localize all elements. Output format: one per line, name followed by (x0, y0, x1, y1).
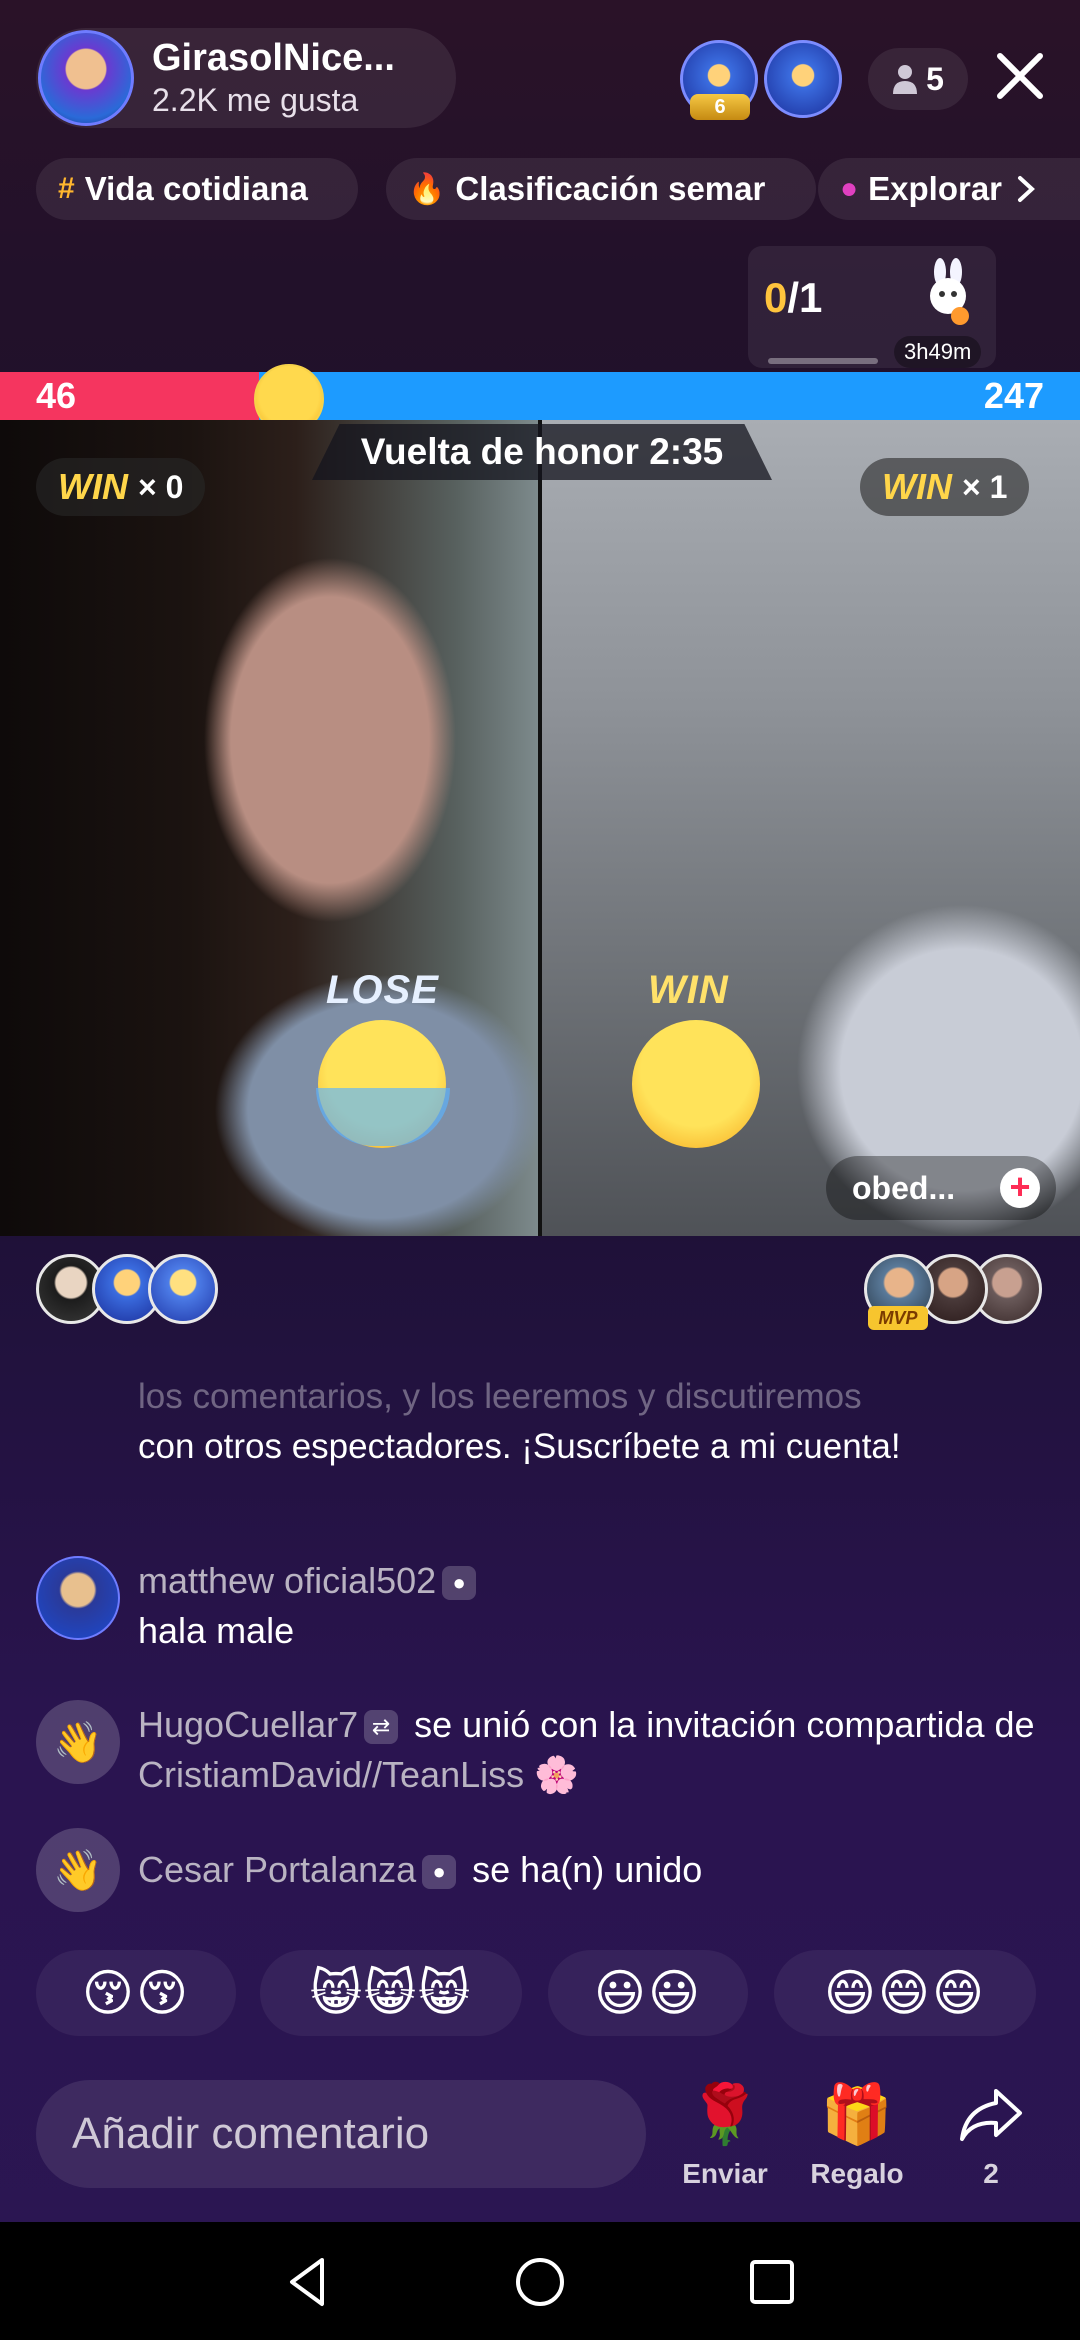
flower-emoji: 🌸 (534, 1754, 579, 1795)
host-video[interactable] (0, 420, 538, 1236)
chat-text: hala male (138, 1610, 295, 1651)
wave-hand-icon: 👋 (36, 1700, 120, 1784)
chevron-right-icon (1018, 176, 1035, 202)
goal-widget[interactable]: 0/1 3h49m (748, 246, 996, 368)
opponent-name: obed... (852, 1169, 956, 1206)
follow-opponent-button[interactable]: + (1000, 1168, 1040, 1208)
score-left: 46 (36, 375, 77, 416)
wave-hand-icon: 👋 (36, 1828, 120, 1912)
goal-progress: 0/1 (764, 274, 822, 322)
chat-avatar[interactable] (36, 1556, 120, 1640)
host-likes: 2.2K me gusta (152, 82, 359, 118)
video-divider (538, 420, 542, 1236)
host-info[interactable]: GirasolNice... 2.2K me gusta (36, 28, 456, 128)
gift-label: Regalo (810, 2158, 904, 2189)
bunny-gift-icon (930, 258, 969, 325)
chip-weekly-ranking[interactable]: 🔥 Clasificación semar (386, 158, 816, 220)
quick-emoji-cat[interactable]: 😸😸😸 (260, 1950, 522, 2036)
chat-message[interactable]: 👋 HugoCuellar7 ⇄ se unió con la invitació… (36, 1700, 1046, 1800)
comment-input[interactable]: Añadir comentario (36, 2080, 646, 2188)
chip-label: Clasificación semar (455, 170, 766, 207)
chat-text-faded: los comentarios, y los leeremos y discut… (138, 1377, 862, 1416)
score-right: 247 (983, 375, 1044, 416)
chat-message-partial: los comentarios, y los leeremos y discut… (138, 1372, 1038, 1472)
left-win-streak: WIN × 0 (36, 458, 206, 516)
chat-message[interactable]: matthew oficial502 ● hala male (36, 1556, 1046, 1656)
chat-message[interactable]: 👋 Cesar Portalanza ● se ha(n) unido (36, 1828, 1046, 1912)
chip-explore[interactable]: ● Explorar (818, 158, 1080, 220)
gift-button[interactable]: 🎁 Regalo (802, 2078, 912, 2190)
flame-icon: 🔥 (408, 172, 446, 206)
goal-total: /1 (787, 274, 823, 321)
inviter-username[interactable]: CristiamDavid//TeanLiss (138, 1754, 524, 1795)
hashtag-icon: # (58, 172, 75, 205)
send-label: Enviar (682, 2158, 768, 2189)
score-bar-blue (259, 372, 1080, 420)
goal-timer: 3h49m (894, 336, 982, 368)
quick-emoji-kiss[interactable]: 😚😚 (36, 1950, 236, 2036)
win-result-label: WIN (648, 968, 729, 1012)
lose-label: LOSE (326, 968, 439, 1012)
win-count: × 1 (961, 468, 1008, 505)
mvp-badge: MVP (868, 1306, 928, 1330)
share-badge-icon: ⇄ (364, 1710, 399, 1745)
quick-emoji-grin[interactable]: 😄😄😄 (774, 1950, 1036, 2036)
chat-text: se ha(n) unido (472, 1849, 703, 1890)
chat-username[interactable]: matthew oficial502 (138, 1560, 436, 1601)
gift-icon: 🎁 (820, 2082, 894, 2147)
home-icon[interactable] (508, 2250, 572, 2314)
goal-current: 0 (764, 274, 788, 321)
chip-label: Explorar (868, 170, 1003, 207)
viewer-count: 5 (926, 60, 944, 97)
right-win-streak: WIN × 1 (860, 458, 1030, 516)
goal-progress-bar (768, 358, 878, 364)
close-icon[interactable] (988, 44, 1052, 108)
fan-badge-icon: ● (422, 1855, 457, 1890)
celebrating-emoji-icon (632, 1020, 760, 1148)
win-count: × 0 (137, 468, 184, 505)
fan-badge-icon: ● (442, 1566, 477, 1601)
send-rose-button[interactable]: 🌹 Enviar (670, 2078, 780, 2190)
host-name: GirasolNice... (152, 37, 395, 79)
host-avatar[interactable] (38, 30, 134, 126)
person-icon (893, 65, 918, 94)
share-button[interactable]: 2 (936, 2078, 1046, 2190)
rose-icon: 🌹 (688, 2082, 762, 2147)
rank-badge: 6 (690, 94, 750, 120)
back-icon[interactable] (276, 2250, 340, 2314)
share-arrow-icon (936, 2078, 1046, 2152)
chat-username[interactable]: Cesar Portalanza (138, 1849, 416, 1890)
chat-text: con otros espectadores. ¡Suscríbete a mi… (138, 1427, 901, 1466)
share-count: 2 (983, 2158, 999, 2189)
battle-score-bar (0, 372, 1080, 420)
recent-apps-icon[interactable] (740, 2250, 804, 2314)
win-label: WIN (58, 466, 128, 507)
top-viewer-avatar[interactable] (764, 40, 842, 118)
honor-lap-timer: Vuelta de honor 2:35 (312, 424, 772, 480)
chip-daily-life[interactable]: # Vida cotidiana (36, 158, 358, 220)
chat-text: se unió con la invitación compartida de (414, 1704, 1035, 1745)
win-label: WIN (882, 466, 952, 507)
chip-label: Vida cotidiana (84, 170, 308, 207)
quick-emoji-smile[interactable]: 😃😃 (548, 1950, 748, 2036)
chat-username[interactable]: HugoCuellar7 (138, 1704, 358, 1745)
opponent-video[interactable] (542, 420, 1080, 1236)
comment-placeholder: Añadir comentario (72, 2109, 430, 2158)
supporter-avatar[interactable] (148, 1254, 218, 1324)
planet-icon: ● (840, 172, 859, 205)
viewer-count-button[interactable]: 5 (868, 48, 968, 110)
